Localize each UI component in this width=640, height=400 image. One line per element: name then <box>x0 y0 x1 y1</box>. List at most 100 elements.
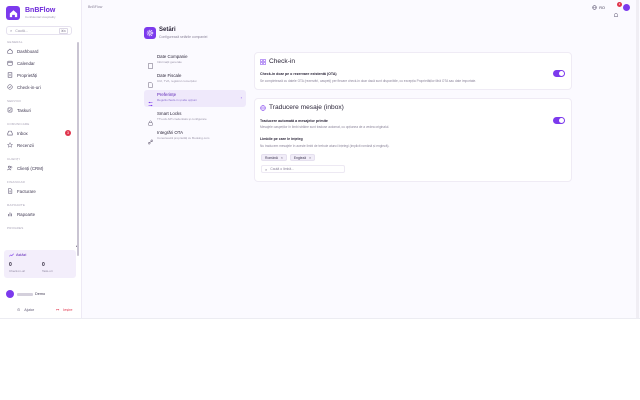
sidebar-item-checkins[interactable]: Check-in-uri <box>4 82 74 92</box>
sidebar-item-crm[interactable]: Clienți (CRM) <box>4 163 74 173</box>
check-icon <box>7 84 13 90</box>
settings-tab-title: Date Companie <box>157 54 188 59</box>
sidebar-item-label: Check-in-uri <box>17 84 41 90</box>
settings-tab-desc: Regulă check-in și alte opțiuni <box>157 98 197 102</box>
calendar-icon <box>7 60 13 66</box>
lock-icon <box>148 113 153 126</box>
card-title: Check-in <box>269 58 296 65</box>
breadcrumb[interactable]: BnBFlow <box>88 5 102 9</box>
settings-gear-icon <box>144 27 156 39</box>
settings-tab-fiscal[interactable]: Date Fiscale CUI, TVA, registrul comerțu… <box>144 71 246 88</box>
language-label: RO <box>599 5 605 10</box>
settings-tab-desc: Conectează proprietăți cu Booking.com <box>157 136 210 140</box>
card-title: Traducere mesaje (inbox) <box>269 104 344 111</box>
settings-tab-desc: CUI, TVA, registrul comerțului <box>157 79 197 83</box>
trend-up-icon <box>9 253 14 257</box>
sidebar-item-label: Facturare <box>17 188 36 194</box>
settings-tab-desc: Informații generale <box>157 60 182 64</box>
inbox-count-badge: 3 <box>65 130 71 136</box>
section-label: Rapoarte <box>7 203 26 207</box>
task-icon <box>7 107 13 113</box>
today-progress-card: Astăzi 0 Check-in-uri 0 Task-uri <box>4 250 76 278</box>
settings-nav: Date Companie Informații generale Date F… <box>144 52 246 147</box>
document-icon <box>148 75 153 88</box>
sidebar-item-tasks[interactable]: Taskuri <box>4 105 74 115</box>
sidebar-scrollbar[interactable] <box>77 42 79 256</box>
sidebar-item-label: Rapoarte <box>17 211 36 217</box>
brand-subtitle: Confidential Hospitality <box>25 15 56 19</box>
sidebar-item-calendar[interactable]: Calendar <box>4 58 74 68</box>
chip-label: Engleză <box>293 155 307 160</box>
globe-icon <box>592 5 598 10</box>
globe-icon <box>260 104 266 111</box>
help-link[interactable]: ⊙ Ajutor <box>17 307 35 313</box>
auto-translate-toggle[interactable] <box>553 117 565 124</box>
settings-tab-company[interactable]: Date Companie Informații generale <box>144 52 246 69</box>
sidebar-item-reviews[interactable]: Recenzii <box>4 140 74 150</box>
settings-tab-title: Integrări OTA <box>157 130 184 135</box>
sidebar-item-label: Taskuri <box>17 107 31 113</box>
language-search-placeholder: Caută o limbă... <box>270 167 294 171</box>
setting-title: Limbile pe care le înțeleg <box>260 137 303 141</box>
grid-icon <box>260 58 266 65</box>
building-icon <box>7 72 13 78</box>
settings-tab-title: Date Fiscale <box>157 73 182 78</box>
section-label: Clienți <box>7 157 20 161</box>
top-avatar[interactable] <box>623 4 630 11</box>
help-label: Ajutor <box>24 307 35 312</box>
section-label: Financiar <box>7 180 25 184</box>
help-icon: ⊙ <box>17 308 21 312</box>
sidebar-item-label: Dashboard <box>17 48 39 54</box>
language-search-input[interactable]: ⌕ Caută o limbă... <box>261 165 345 173</box>
sidebar-item-invoicing[interactable]: Facturare <box>4 186 74 196</box>
logout-link[interactable]: ↦ Ieșire <box>56 307 72 313</box>
topbar-actions: RO 2 <box>592 1 630 17</box>
chart-icon <box>7 211 13 217</box>
language-chip[interactable]: Română × <box>261 154 287 161</box>
page-scrollbar[interactable] <box>636 0 639 318</box>
users-icon <box>7 165 13 171</box>
checkin-card: Check-in Check-in doar pe o rezervare ex… <box>254 52 572 90</box>
language-chip[interactable]: Engleză × <box>289 154 316 161</box>
sidebar-item-properties[interactable]: Proprietăți <box>4 70 74 80</box>
search-placeholder: Caută... <box>15 28 28 33</box>
page-title: Setări <box>159 27 176 33</box>
inbox-icon <box>7 130 13 136</box>
settings-tab-desc: TTLock API credentials și configurare <box>157 117 207 121</box>
checkins-label: Check-in-uri <box>9 269 26 273</box>
settings-tab-smart-locks[interactable]: Smart Locks TTLock API credentials și co… <box>144 109 246 126</box>
section-label: Servicii <box>7 99 22 103</box>
app-window: BnBFlow Confidential Hospitality ⌕ Caută… <box>0 0 640 318</box>
tasks-count: 0 <box>42 262 45 268</box>
logout-icon: ↦ <box>56 308 60 312</box>
empty-area <box>0 318 640 400</box>
settings-tab-preferences[interactable]: Preferințe Regulă check-in și alte opțiu… <box>144 90 246 107</box>
link-icon <box>148 132 153 145</box>
section-label: Comunicare <box>7 122 30 126</box>
user-name: Demo <box>35 292 46 296</box>
sidebar-item-reports[interactable]: Rapoarte <box>4 209 74 219</box>
notification-badge: 2 <box>617 1 622 7</box>
shortcut-hint: ⌘K <box>58 27 68 34</box>
language-switcher[interactable]: RO <box>592 5 605 10</box>
brand[interactable]: BnBFlow Confidential Hospitality <box>6 6 56 20</box>
sidebar-item-inbox[interactable]: Inbox 3 <box>4 128 74 138</box>
search-icon: ⌕ <box>10 28 13 33</box>
star-icon <box>7 142 13 148</box>
sidebar-search[interactable]: ⌕ Caută... ⌘K <box>6 26 72 35</box>
checkins-count: 0 <box>9 262 12 268</box>
user-profile[interactable]: Demo <box>6 290 45 298</box>
checkin-ota-toggle[interactable] <box>553 70 565 77</box>
setting-title: Check-in doar pe o rezervare existentă (… <box>260 72 337 76</box>
remove-icon[interactable]: × <box>281 156 283 160</box>
page-subtitle: Configurează setările companiei <box>159 35 208 39</box>
sidebar-item-dashboard[interactable]: Dashboard <box>4 46 74 56</box>
chip-label: Română <box>265 155 278 160</box>
progress-title: Astăzi <box>16 253 27 257</box>
settings-tab-title: Smart Locks <box>157 111 182 116</box>
section-label: Progres <box>7 226 24 230</box>
notifications-button[interactable]: 2 <box>613 1 622 17</box>
building-icon <box>148 56 153 69</box>
settings-tab-ota[interactable]: Integrări OTA Conectează proprietăți cu … <box>144 128 246 145</box>
remove-icon[interactable]: × <box>309 156 311 160</box>
